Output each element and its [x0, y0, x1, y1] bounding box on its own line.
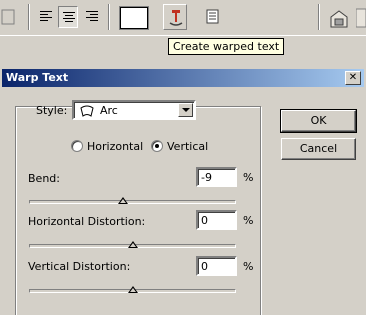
tooltip: Create warped text	[168, 38, 285, 55]
horizontal-radio-label[interactable]: Horizontal	[87, 140, 143, 153]
horizontal-distortion-label: Horizontal Distortion:	[28, 215, 146, 228]
align-right-button[interactable]	[82, 6, 102, 28]
horizontal-distortion-input[interactable]: 0	[196, 210, 237, 230]
horizontal-distortion-slider-thumb[interactable]	[127, 241, 138, 248]
palettes-button[interactable]	[205, 9, 221, 28]
warp-text-dialog: Warp Text ✕ Style: Arc Horizontal Vertic…	[0, 66, 366, 315]
horizontal-distortion-value: 0	[201, 214, 208, 227]
options-toolbar	[0, 0, 366, 36]
radio-selected-dot	[155, 144, 159, 148]
vertical-distortion-slider-thumb[interactable]	[127, 286, 138, 293]
align-left-icon	[40, 11, 52, 23]
bend-slider-track[interactable]	[29, 200, 236, 204]
vertical-radio-label[interactable]: Vertical	[167, 140, 208, 153]
horizontal-radio[interactable]	[71, 140, 83, 152]
align-left-button[interactable]	[36, 6, 56, 28]
vertical-distortion-input[interactable]: 0	[196, 256, 237, 276]
vertical-distortion-unit: %	[243, 260, 254, 273]
bend-label: Bend:	[28, 172, 60, 185]
style-label: Style:	[36, 104, 68, 117]
dropdown-button[interactable]	[178, 103, 193, 117]
create-warped-text-button[interactable]	[163, 4, 187, 30]
toolbar-separator	[28, 4, 30, 30]
close-icon: ✕	[348, 72, 358, 83]
bend-input[interactable]: -9	[196, 167, 237, 187]
file-browser-icon	[330, 10, 348, 28]
palettes-icon	[206, 9, 219, 24]
dialog-title: Warp Text	[6, 71, 69, 84]
warp-text-icon	[169, 10, 183, 26]
toolbar-separator	[108, 4, 110, 30]
bend-value: -9	[201, 171, 212, 184]
close-button[interactable]: ✕	[345, 71, 361, 85]
horizontal-distortion-unit: %	[243, 214, 254, 227]
vertical-distortion-value: 0	[201, 260, 208, 273]
chevron-down-icon	[182, 108, 190, 112]
cancel-button[interactable]: Cancel	[281, 138, 356, 160]
toolbar-separator	[318, 4, 320, 30]
vertical-distortion-label: Vertical Distortion:	[28, 260, 131, 273]
dialog-titlebar[interactable]: Warp Text ✕	[2, 69, 364, 87]
ok-button[interactable]: OK	[280, 109, 357, 133]
palette-well-icon	[355, 8, 366, 28]
style-value: Arc	[100, 104, 118, 117]
palette-well-button[interactable]	[355, 7, 366, 32]
arc-style-icon	[80, 105, 94, 117]
align-right-icon	[86, 11, 98, 23]
vertical-radio[interactable]	[151, 140, 163, 152]
align-center-icon	[63, 12, 75, 24]
bend-unit: %	[243, 171, 254, 184]
tool-options-icon[interactable]	[0, 6, 20, 28]
text-color-swatch[interactable]	[120, 7, 148, 29]
style-select[interactable]: Arc	[72, 100, 196, 120]
bend-slider-thumb[interactable]	[118, 197, 129, 204]
file-browser-button[interactable]	[329, 7, 349, 32]
align-center-button[interactable]	[58, 6, 78, 28]
